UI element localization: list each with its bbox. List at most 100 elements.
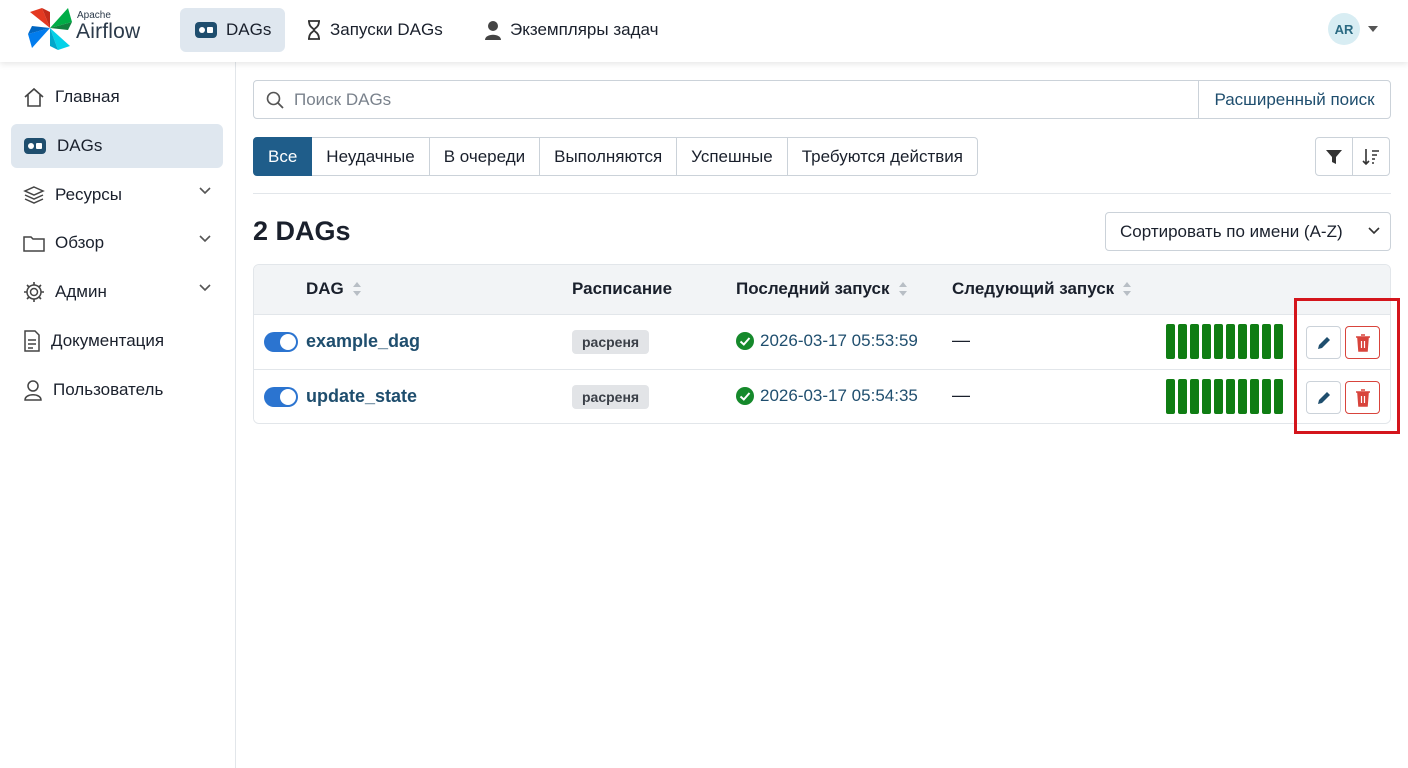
run-bar[interactable] — [1166, 324, 1175, 359]
success-check-icon — [736, 332, 754, 350]
run-bar[interactable] — [1250, 324, 1259, 359]
run-bar[interactable] — [1250, 379, 1259, 414]
chevron-down-icon[interactable] — [199, 187, 211, 195]
person-icon — [485, 21, 501, 40]
chevron-down-icon[interactable] — [199, 284, 211, 292]
filter-failed[interactable]: Неудачные — [312, 137, 430, 176]
logo-text: Airflow — [76, 20, 141, 43]
sidebar-item-resources[interactable]: Ресурсы — [11, 173, 223, 217]
dag-count-title: 2 DAGs — [253, 216, 351, 246]
nav-dags[interactable]: DAGs — [180, 8, 286, 52]
filter-all[interactable]: Все — [253, 137, 313, 176]
pinwheel-icon — [28, 8, 72, 50]
next-run-value: — — [952, 330, 970, 350]
sidebar-item-docs[interactable]: Документация — [11, 319, 223, 363]
nav-task-instances-label: Экземпляры задач — [510, 20, 659, 39]
search-input[interactable] — [294, 89, 1154, 110]
run-bar[interactable] — [1238, 379, 1247, 414]
sidebar-item-label: Пользователь — [53, 380, 164, 399]
last-run-link[interactable]: 2026-03-17 05:54:35 — [736, 386, 918, 406]
last-run-date: 2026-03-17 05:53:59 — [760, 331, 918, 350]
sidebar-item-label: Админ — [55, 282, 107, 301]
run-bar[interactable] — [1190, 379, 1199, 414]
filter-queued[interactable]: В очереди — [429, 137, 541, 176]
filter-button[interactable] — [1315, 137, 1353, 176]
search-bar[interactable] — [253, 80, 1199, 119]
success-check-icon — [736, 387, 754, 405]
filter-needs-action[interactable]: Требуются действия — [787, 137, 978, 176]
sidebar-item-label: DAGs — [57, 136, 103, 155]
dag-pause-toggle[interactable] — [264, 332, 298, 352]
column-dag[interactable]: DAG — [306, 279, 362, 299]
sidebar-item-dags[interactable]: DAGs — [11, 124, 223, 168]
caret-down-icon[interactable] — [1368, 26, 1378, 32]
column-next-run-label: Следующий запуск — [952, 279, 1115, 298]
search-icon — [266, 91, 284, 109]
run-bar[interactable] — [1238, 324, 1247, 359]
column-next-run[interactable]: Следующий запуск — [952, 279, 1132, 299]
airflow-logo[interactable]: Apache Airflow — [28, 6, 148, 52]
hourglass-icon — [308, 20, 320, 40]
home-icon — [24, 87, 44, 107]
column-dag-label: DAG — [306, 279, 344, 298]
sort-order-button[interactable] — [1352, 137, 1390, 176]
run-bar[interactable] — [1178, 379, 1187, 414]
highlight-box — [1294, 298, 1400, 434]
sidebar-item-user[interactable]: Пользователь — [11, 368, 223, 412]
next-run-value: — — [952, 385, 970, 405]
column-schedule-label: Расписание — [572, 279, 673, 298]
sidebar-item-browse[interactable]: Обзор — [11, 221, 223, 265]
sidebar-item-label: Документация — [51, 331, 165, 350]
run-bar[interactable] — [1214, 324, 1223, 359]
column-last-run[interactable]: Последний запуск — [736, 279, 908, 299]
sidebar-item-label: Главная — [55, 87, 120, 106]
recent-runs-bars — [1166, 324, 1283, 359]
dag-pause-toggle[interactable] — [264, 387, 298, 407]
chevron-down-icon — [1368, 227, 1380, 235]
run-bar[interactable] — [1190, 324, 1199, 359]
sort-arrows-icon — [352, 282, 361, 296]
run-bar[interactable] — [1262, 324, 1271, 359]
sort-select[interactable]: Сортировать по имени (A-Z) — [1105, 212, 1391, 251]
run-bar[interactable] — [1274, 379, 1283, 414]
dags-table: DAG Расписание Последний запуск Следующи… — [253, 264, 1391, 424]
filter-success[interactable]: Успешные — [677, 137, 788, 176]
table-header: DAG Расписание Последний запуск Следующи… — [254, 265, 1390, 314]
run-bar[interactable] — [1166, 379, 1175, 414]
table-row: example_dag расреня 2026-03-17 05:53:59 … — [254, 314, 1390, 369]
last-run-link[interactable]: 2026-03-17 05:53:59 — [736, 331, 918, 351]
sort-select-value: Сортировать по имени (A-Z) — [1120, 221, 1343, 241]
sidebar-item-admin[interactable]: Админ — [11, 270, 223, 314]
nav-task-instances[interactable]: Экземпляры задач — [470, 8, 672, 52]
nav-dags-label: DAGs — [226, 20, 272, 39]
funnel-icon — [1326, 149, 1342, 164]
column-last-run-label: Последний запуск — [736, 279, 890, 298]
top-header: Apache Airflow DAGs Запуски DAGs Экземпл… — [0, 0, 1408, 62]
sidebar: Главная DAGs Ресурсы Обзор Админ Докумен… — [0, 62, 236, 768]
dag-icon — [24, 138, 46, 154]
dag-name-link[interactable]: example_dag — [306, 331, 420, 352]
nav-dag-runs[interactable]: Запуски DAGs — [292, 8, 457, 52]
table-row: update_state расреня 2026-03-17 05:54:35… — [254, 369, 1390, 423]
run-bar[interactable] — [1262, 379, 1271, 414]
sidebar-item-home[interactable]: Главная — [11, 75, 223, 119]
last-run-date: 2026-03-17 05:54:35 — [760, 386, 918, 405]
run-bar[interactable] — [1214, 379, 1223, 414]
recent-runs-bars — [1166, 379, 1283, 414]
dag-name-link[interactable]: update_state — [306, 386, 417, 407]
user-avatar[interactable]: AR — [1328, 13, 1360, 45]
gear-icon — [24, 282, 44, 302]
advanced-search-button[interactable]: Расширенный поиск — [1198, 80, 1391, 119]
dag-icon — [195, 22, 217, 38]
run-bar[interactable] — [1274, 324, 1283, 359]
document-icon — [24, 330, 40, 352]
run-bar[interactable] — [1226, 324, 1235, 359]
run-bar[interactable] — [1226, 379, 1235, 414]
run-bar[interactable] — [1178, 324, 1187, 359]
run-bar[interactable] — [1202, 324, 1211, 359]
run-bar[interactable] — [1202, 379, 1211, 414]
column-schedule: Расписание — [572, 279, 672, 299]
user-icon — [24, 380, 42, 401]
chevron-down-icon[interactable] — [199, 235, 211, 243]
filter-running[interactable]: Выполняются — [540, 137, 678, 176]
